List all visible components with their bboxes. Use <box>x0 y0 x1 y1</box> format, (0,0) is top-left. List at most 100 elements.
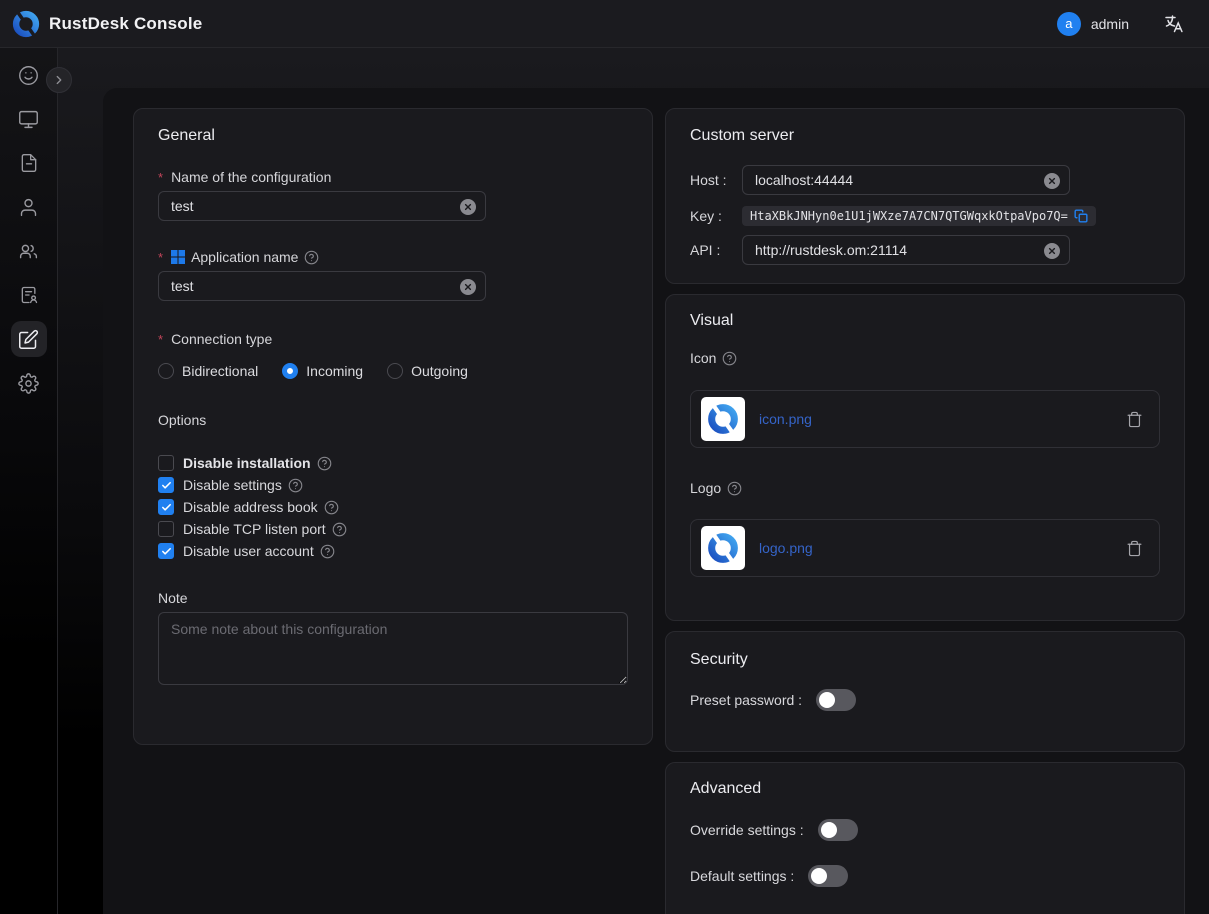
delete-logo-trash-icon[interactable] <box>1126 540 1143 557</box>
key-label: Key : <box>690 208 742 224</box>
help-icon[interactable] <box>324 500 339 515</box>
radio-bidirectional[interactable]: Bidirectional <box>158 363 258 379</box>
sidebar <box>0 48 58 914</box>
sidebar-item-groups[interactable] <box>7 229 51 273</box>
name-input-wrap <box>158 191 486 221</box>
logo-help-icon[interactable] <box>727 481 742 496</box>
avatar[interactable]: a <box>1057 12 1081 36</box>
checkbox-disable-tcp-listen-port[interactable]: Disable TCP listen port <box>158 518 628 540</box>
user-icon <box>18 197 39 218</box>
icon-file-link[interactable]: icon.png <box>759 411 812 427</box>
icon-help-icon[interactable] <box>722 351 737 366</box>
sidebar-expand-button[interactable] <box>46 67 72 93</box>
topbar: RustDesk Console a admin <box>0 0 1209 48</box>
icon-label: Icon <box>690 350 1160 366</box>
preset-password-row: Preset password : <box>690 689 1160 711</box>
note-textarea[interactable] <box>158 612 628 685</box>
preset-password-toggle[interactable] <box>816 689 856 711</box>
server-key: HtaXBkJNHyn0e1U1jWXze7A7CN7QTGWqxkOtpaVp… <box>742 206 1096 226</box>
checkbox[interactable] <box>158 455 174 471</box>
sidebar-item-devices[interactable] <box>7 97 51 141</box>
checkbox[interactable] <box>158 521 174 537</box>
radio-outgoing[interactable]: Outgoing <box>387 363 468 379</box>
note-label: Note <box>158 590 628 606</box>
app-help-icon[interactable] <box>304 250 319 265</box>
smiley-icon <box>18 65 39 86</box>
visual-title: Visual <box>690 312 1160 330</box>
override-settings-toggle[interactable] <box>818 819 858 841</box>
app-field-label: Application name <box>158 249 628 265</box>
api-input[interactable] <box>743 242 1069 258</box>
radio-incoming[interactable]: Incoming <box>282 363 363 379</box>
app-title: RustDesk Console <box>49 14 202 34</box>
sidebar-item-address-books[interactable] <box>7 273 51 317</box>
clear-host-icon[interactable] <box>1044 173 1060 189</box>
user-menu[interactable]: a admin <box>1057 12 1129 36</box>
advanced-card: Advanced Override settings : Default set… <box>665 762 1185 914</box>
general-card: General Name of the configuration Applic… <box>133 108 653 745</box>
sidebar-item-audit[interactable] <box>7 141 51 185</box>
chevron-right-icon <box>52 73 66 87</box>
delete-icon-trash-icon[interactable] <box>1126 411 1143 428</box>
app-input-wrap <box>158 271 486 301</box>
sidebar-item-configurations[interactable] <box>7 317 51 361</box>
custom-server-card: Custom server Host : Key : HtaXBkJNHy <box>665 108 1185 284</box>
options-label: Options <box>158 412 628 428</box>
app-name-input[interactable] <box>159 278 485 294</box>
name-input[interactable] <box>159 198 485 214</box>
connection-type-group: Bidirectional Incoming Outgoing <box>158 363 628 379</box>
checkbox[interactable] <box>158 499 174 515</box>
document-user-icon <box>19 285 39 305</box>
default-settings-row: Default settings : <box>690 865 1160 887</box>
icon-file-thumbnail <box>701 397 745 441</box>
host-input-wrap <box>742 165 1070 195</box>
checkbox-disable-address-book[interactable]: Disable address book <box>158 496 628 518</box>
visual-card: Visual Icon <box>665 294 1185 621</box>
checkbox-disable-installation[interactable]: Disable installation <box>158 452 628 474</box>
translate-icon[interactable] <box>1163 13 1185 35</box>
gear-icon <box>18 373 39 394</box>
checkbox[interactable] <box>158 477 174 493</box>
file-text-icon <box>19 153 39 173</box>
clear-api-icon[interactable] <box>1044 243 1060 259</box>
icon-file-row: icon.png <box>690 390 1160 448</box>
sidebar-item-users[interactable] <box>7 185 51 229</box>
app-field-label-text: Application name <box>191 249 298 265</box>
checkbox-disable-settings[interactable]: Disable settings <box>158 474 628 496</box>
main-content: General Name of the configuration Applic… <box>58 48 1209 914</box>
logo-file-thumbnail <box>701 526 745 570</box>
sidebar-item-settings[interactable] <box>7 361 51 405</box>
radio-dot[interactable] <box>158 363 174 379</box>
connection-type-label: Connection type <box>158 331 628 347</box>
custom-server-title: Custom server <box>690 127 1160 145</box>
checkbox-disable-user-account[interactable]: Disable user account <box>158 540 628 562</box>
clear-app-name-icon[interactable] <box>460 279 476 295</box>
override-settings-row: Override settings : <box>690 819 1160 841</box>
help-icon[interactable] <box>288 478 303 493</box>
radio-dot[interactable] <box>387 363 403 379</box>
help-icon[interactable] <box>317 456 332 471</box>
help-icon[interactable] <box>332 522 347 537</box>
api-input-wrap <box>742 235 1070 265</box>
help-icon[interactable] <box>320 544 335 559</box>
api-label: API : <box>690 242 742 258</box>
sidebar-item-dashboard[interactable] <box>7 53 51 97</box>
radio-dot[interactable] <box>282 363 298 379</box>
page-panel: General Name of the configuration Applic… <box>103 88 1209 914</box>
checkbox[interactable] <box>158 543 174 559</box>
right-column: Custom server Host : Key : HtaXBkJNHy <box>665 108 1185 914</box>
options-list: Disable installation Disable settings Di… <box>158 452 628 562</box>
host-input[interactable] <box>743 172 1069 188</box>
copy-key-icon[interactable] <box>1074 209 1088 223</box>
rustdesk-logo-icon <box>12 10 40 38</box>
clear-name-icon[interactable] <box>460 199 476 215</box>
windows-icon <box>171 250 185 264</box>
users-group-icon <box>18 241 39 262</box>
logo-file-row: logo.png <box>690 519 1160 577</box>
advanced-title: Advanced <box>690 780 1160 798</box>
monitor-icon <box>18 109 39 130</box>
security-card: Security Preset password : <box>665 631 1185 752</box>
default-settings-toggle[interactable] <box>808 865 848 887</box>
override-settings-label: Override settings : <box>690 822 804 838</box>
logo-file-link[interactable]: logo.png <box>759 540 813 556</box>
